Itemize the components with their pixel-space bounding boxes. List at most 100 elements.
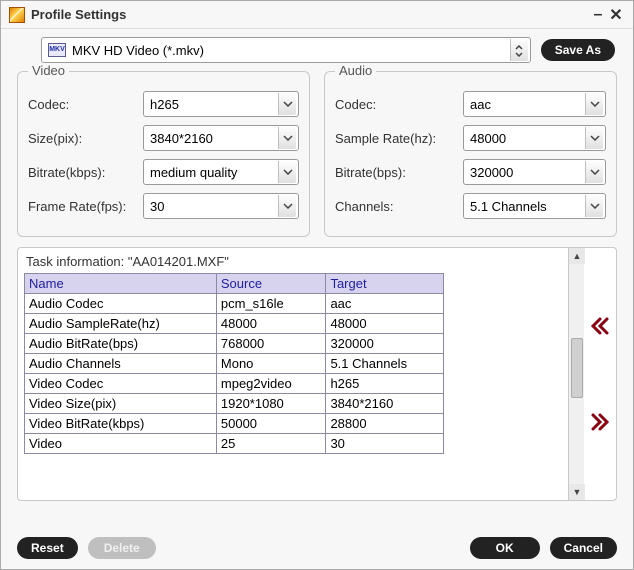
- window-title: Profile Settings: [31, 7, 589, 22]
- table-cell: 25: [216, 434, 326, 454]
- mkv-icon: MKV: [48, 43, 66, 57]
- video-size-value: 3840*2160: [150, 131, 278, 146]
- table-cell: 50000: [216, 414, 326, 434]
- col-target: Target: [326, 274, 444, 294]
- video-fieldset: Video Codec: h265 Size(pix): 3840*2160 B…: [17, 71, 310, 237]
- chevron-down-icon: [278, 93, 296, 115]
- table-cell: Audio Codec: [25, 294, 217, 314]
- audio-fieldset: Audio Codec: aac Sample Rate(hz): 48000 …: [324, 71, 617, 237]
- video-bitrate-value: medium quality: [150, 165, 278, 180]
- audio-bitrate-label: Bitrate(bps):: [335, 165, 463, 180]
- table-row: Video Size(pix)1920*10803840*2160: [25, 394, 444, 414]
- audio-channels-select[interactable]: 5.1 Channels: [463, 193, 606, 219]
- table-cell: 768000: [216, 334, 326, 354]
- scroll-thumb[interactable]: [571, 338, 583, 398]
- chevron-updown-icon: [514, 45, 524, 55]
- table-row: Audio Codecpcm_s16leaac: [25, 294, 444, 314]
- ok-button[interactable]: OK: [470, 537, 540, 559]
- audio-rate-label: Sample Rate(hz):: [335, 131, 463, 146]
- video-fps-label: Frame Rate(fps):: [28, 199, 143, 214]
- task-info-table: Name Source Target Audio Codecpcm_s16lea…: [24, 273, 444, 454]
- video-bitrate-select[interactable]: medium quality: [143, 159, 299, 185]
- table-cell: Video Size(pix): [25, 394, 217, 414]
- table-cell: 320000: [326, 334, 444, 354]
- table-cell: Mono: [216, 354, 326, 374]
- table-cell: 3840*2160: [326, 394, 444, 414]
- chevron-down-icon: [585, 93, 603, 115]
- minimize-button[interactable]: –: [589, 6, 607, 24]
- table-cell: h265: [326, 374, 444, 394]
- table-row: Video2530: [25, 434, 444, 454]
- audio-channels-value: 5.1 Channels: [470, 199, 585, 214]
- video-size-select[interactable]: 3840*2160: [143, 125, 299, 151]
- scrollbar[interactable]: ▲ ▼: [568, 248, 584, 500]
- col-source: Source: [216, 274, 326, 294]
- video-fps-select[interactable]: 30: [143, 193, 299, 219]
- double-left-icon: [589, 315, 611, 337]
- video-legend: Video: [28, 63, 69, 78]
- audio-rate-select[interactable]: 48000: [463, 125, 606, 151]
- video-fps-value: 30: [150, 199, 278, 214]
- audio-bitrate-value: 320000: [470, 165, 585, 180]
- scroll-up-button[interactable]: ▲: [569, 248, 585, 264]
- chevron-down-icon: [278, 195, 296, 217]
- footer: Reset Delete OK Cancel: [1, 531, 633, 569]
- audio-codec-value: aac: [470, 97, 585, 112]
- table-cell: pcm_s16le: [216, 294, 326, 314]
- prev-task-button[interactable]: [589, 315, 611, 337]
- table-row: Video BitRate(kbps)5000028800: [25, 414, 444, 434]
- video-bitrate-label: Bitrate(kbps):: [28, 165, 143, 180]
- table-row: Video Codecmpeg2videoh265: [25, 374, 444, 394]
- audio-codec-label: Codec:: [335, 97, 463, 112]
- profile-row: MKV MKV HD Video (*.mkv) Save As: [1, 29, 633, 67]
- chevron-down-icon: [585, 161, 603, 183]
- profile-settings-window: Profile Settings – ✕ MKV MKV HD Video (*…: [0, 0, 634, 570]
- chevron-down-icon: [585, 127, 603, 149]
- scroll-down-button[interactable]: ▼: [569, 484, 585, 500]
- chevron-down-icon: [278, 161, 296, 183]
- titlebar: Profile Settings – ✕: [1, 1, 633, 29]
- profile-select-arrow[interactable]: [510, 39, 528, 61]
- table-cell: Video BitRate(kbps): [25, 414, 217, 434]
- table-cell: Video: [25, 434, 217, 454]
- table-cell: 28800: [326, 414, 444, 434]
- close-button[interactable]: ✕: [607, 5, 625, 25]
- chevron-down-icon: [585, 195, 603, 217]
- table-row: Audio ChannelsMono5.1 Channels: [25, 354, 444, 374]
- save-as-button[interactable]: Save As: [541, 39, 615, 61]
- video-size-label: Size(pix):: [28, 131, 143, 146]
- video-codec-label: Codec:: [28, 97, 143, 112]
- task-info-title: Task information: "AA014201.MXF": [26, 254, 562, 269]
- settings-row: Video Codec: h265 Size(pix): 3840*2160 B…: [1, 67, 633, 247]
- cancel-button[interactable]: Cancel: [550, 537, 617, 559]
- task-info-panel: Task information: "AA014201.MXF" Name So…: [17, 247, 617, 501]
- table-cell: mpeg2video: [216, 374, 326, 394]
- next-task-button[interactable]: [589, 411, 611, 433]
- table-cell: 48000: [216, 314, 326, 334]
- table-cell: Video Codec: [25, 374, 217, 394]
- video-codec-select[interactable]: h265: [143, 91, 299, 117]
- table-cell: 1920*1080: [216, 394, 326, 414]
- table-row: Audio BitRate(bps)768000320000: [25, 334, 444, 354]
- profile-select-value: MKV HD Video (*.mkv): [72, 43, 510, 58]
- table-cell: Audio BitRate(bps): [25, 334, 217, 354]
- task-nav-column: [584, 248, 616, 500]
- task-info-content: Task information: "AA014201.MXF" Name So…: [18, 248, 568, 500]
- table-cell: Audio Channels: [25, 354, 217, 374]
- table-cell: aac: [326, 294, 444, 314]
- audio-legend: Audio: [335, 63, 376, 78]
- table-cell: 30: [326, 434, 444, 454]
- profile-select[interactable]: MKV MKV HD Video (*.mkv): [41, 37, 531, 63]
- app-icon: [9, 7, 25, 23]
- double-right-icon: [589, 411, 611, 433]
- delete-button: Delete: [88, 537, 156, 559]
- table-cell: 5.1 Channels: [326, 354, 444, 374]
- reset-button[interactable]: Reset: [17, 537, 78, 559]
- table-cell: Audio SampleRate(hz): [25, 314, 217, 334]
- video-codec-value: h265: [150, 97, 278, 112]
- table-header-row: Name Source Target: [25, 274, 444, 294]
- audio-bitrate-select[interactable]: 320000: [463, 159, 606, 185]
- audio-codec-select[interactable]: aac: [463, 91, 606, 117]
- audio-rate-value: 48000: [470, 131, 585, 146]
- table-cell: 48000: [326, 314, 444, 334]
